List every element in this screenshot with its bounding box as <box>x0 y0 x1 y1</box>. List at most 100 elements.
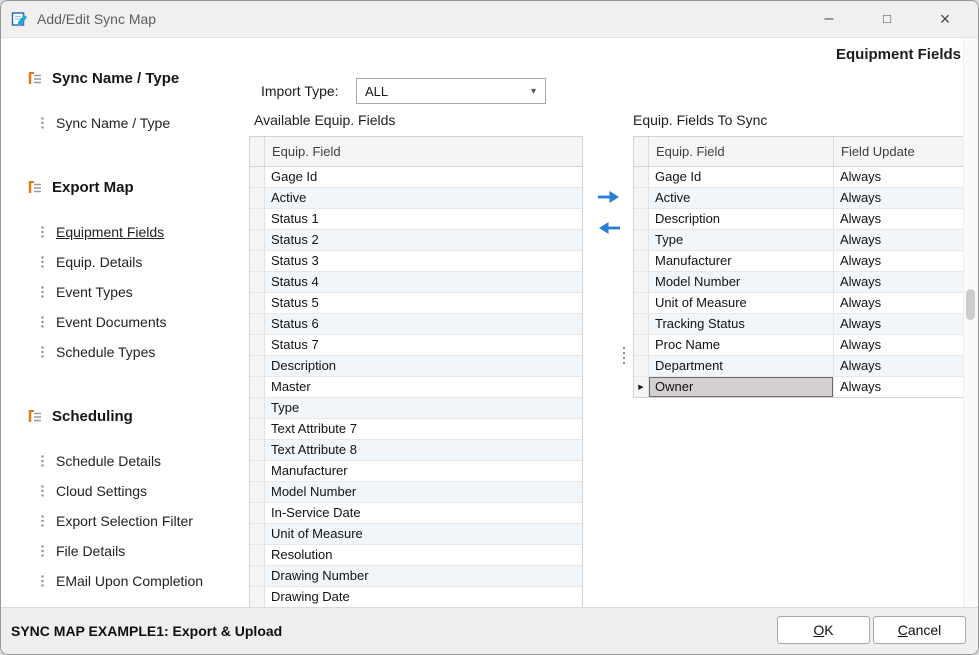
equip-field-cell: Active <box>649 188 834 208</box>
cancel-button[interactable]: Cancel <box>873 616 966 644</box>
transfer-right-icon <box>596 189 622 205</box>
import-type-label: Import Type: <box>261 78 339 104</box>
equip-field-cell: Drawing Date <box>265 587 582 607</box>
available-row[interactable]: Description <box>250 356 582 377</box>
equip-field-cell: Status 6 <box>265 314 582 334</box>
status-text: SYNC MAP EXAMPLE1: Export & Upload <box>11 608 282 654</box>
ok-button[interactable]: OK <box>777 616 870 644</box>
available-row[interactable]: Master <box>250 377 582 398</box>
sync-row[interactable]: DescriptionAlways <box>634 209 967 230</box>
sidebar-item[interactable]: Equip. Details <box>1 247 249 277</box>
move-right-button[interactable] <box>595 189 623 207</box>
field-update-cell: Always <box>834 251 967 271</box>
equip-field-cell: Unit of Measure <box>265 524 582 544</box>
equip-field-cell: Description <box>265 356 582 376</box>
available-row[interactable]: Status 7 <box>250 335 582 356</box>
equip-field-cell: Status 2 <box>265 230 582 250</box>
available-row[interactable]: Status 2 <box>250 230 582 251</box>
available-row[interactable]: Manufacturer <box>250 461 582 482</box>
equip-field-cell: Status 1 <box>265 209 582 229</box>
sync-table: Equip. Field Field Update Gage IdAlwaysA… <box>633 136 968 398</box>
sync-row[interactable]: Gage IdAlways <box>634 167 967 188</box>
available-row[interactable]: Drawing Number <box>250 566 582 587</box>
sidebar-item-label: Event Types <box>56 284 133 300</box>
sync-row[interactable]: ▶OwnerAlways <box>634 377 967 398</box>
row-indicator <box>250 188 265 208</box>
sidebar-item[interactable]: Schedule Types <box>1 337 249 367</box>
row-indicator <box>250 167 265 187</box>
maximize-icon[interactable]: □ <box>858 1 916 37</box>
available-row[interactable]: Unit of Measure <box>250 524 582 545</box>
sidebar-item[interactable]: Schedule Details <box>1 446 249 476</box>
equip-field-cell: Master <box>265 377 582 397</box>
sidebar-item[interactable]: File Details <box>1 536 249 566</box>
grip-icon[interactable] <box>623 347 625 364</box>
sync-field-column-header[interactable]: Equip. Field <box>649 137 834 166</box>
close-icon[interactable]: × <box>916 1 974 37</box>
sidebar-item[interactable]: Event Documents <box>1 307 249 337</box>
minimize-icon[interactable]: – <box>800 1 858 37</box>
sync-update-column-header[interactable]: Field Update <box>834 137 967 166</box>
available-row[interactable]: Gage Id <box>250 167 582 188</box>
available-row[interactable]: Status 5 <box>250 293 582 314</box>
sidebar-item[interactable]: Cloud Settings <box>1 476 249 506</box>
row-indicator <box>634 188 649 208</box>
available-row[interactable]: Status 3 <box>250 251 582 272</box>
sidebar-section-header: Scheduling <box>1 401 249 431</box>
import-type-dropdown[interactable]: ALL ▾ <box>356 78 546 104</box>
available-row[interactable]: Drawing Date <box>250 587 582 608</box>
available-row[interactable]: Resolution <box>250 545 582 566</box>
equip-field-cell: Drawing Number <box>265 566 582 586</box>
sync-row[interactable]: ActiveAlways <box>634 188 967 209</box>
sync-row[interactable]: Model NumberAlways <box>634 272 967 293</box>
available-row[interactable]: In-Service Date <box>250 503 582 524</box>
equip-field-cell: Status 3 <box>265 251 582 271</box>
available-row[interactable]: Text Attribute 7 <box>250 419 582 440</box>
main-panel: Equipment Fields Import Type: ALL ▾ Avai… <box>249 38 964 607</box>
sync-row[interactable]: Tracking StatusAlways <box>634 314 967 335</box>
equip-field-cell: Manufacturer <box>265 461 582 481</box>
available-row[interactable]: Status 1 <box>250 209 582 230</box>
sidebar-item-label: EMail Upon Completion <box>56 573 203 589</box>
sidebar-item-label: Sync Name / Type <box>56 115 170 131</box>
scrollbar-thumb[interactable] <box>966 289 975 320</box>
available-table-caption: Available Equip. Fields <box>254 112 395 134</box>
tree-item-icon <box>40 574 46 588</box>
row-indicator <box>250 356 265 376</box>
available-row[interactable]: Text Attribute 8 <box>250 440 582 461</box>
field-update-cell: Always <box>834 314 967 334</box>
available-row[interactable]: Active <box>250 188 582 209</box>
row-indicator <box>634 230 649 250</box>
sidebar-item[interactable]: Equipment Fields <box>1 217 249 247</box>
tree-section-icon <box>28 71 43 85</box>
sync-row[interactable]: ManufacturerAlways <box>634 251 967 272</box>
available-row[interactable]: Type <box>250 398 582 419</box>
equip-field-cell: Proc Name <box>649 335 834 355</box>
sync-row[interactable]: Unit of MeasureAlways <box>634 293 967 314</box>
move-left-button[interactable] <box>595 220 623 238</box>
sync-row[interactable]: DepartmentAlways <box>634 356 967 377</box>
row-indicator <box>250 524 265 544</box>
available-row[interactable]: Status 6 <box>250 314 582 335</box>
row-indicator <box>634 167 649 187</box>
sidebar-item[interactable]: Export Selection Filter <box>1 506 249 536</box>
add-edit-sync-map-dialog: Add/Edit Sync Map – □ × Sync Name / Type… <box>0 0 979 655</box>
vertical-scrollbar[interactable] <box>963 38 978 607</box>
sidebar-item[interactable]: Sync Name / Type <box>1 108 249 138</box>
footer-bar: SYNC MAP EXAMPLE1: Export & Upload OK Ca… <box>1 607 978 654</box>
available-column-header[interactable]: Equip. Field <box>265 137 582 166</box>
field-update-cell: Always <box>834 335 967 355</box>
import-type-value: ALL <box>365 84 388 99</box>
window-controls: – □ × <box>800 1 974 37</box>
sync-row[interactable]: Proc NameAlways <box>634 335 967 356</box>
tree-item-icon <box>40 255 46 269</box>
tree-section-icon <box>28 180 43 194</box>
available-row[interactable]: Status 4 <box>250 272 582 293</box>
sidebar-item[interactable]: Event Types <box>1 277 249 307</box>
available-row[interactable]: Model Number <box>250 482 582 503</box>
sync-row[interactable]: TypeAlways <box>634 230 967 251</box>
equip-field-cell: Type <box>265 398 582 418</box>
row-indicator <box>634 209 649 229</box>
sidebar-item[interactable]: EMail Upon Completion <box>1 566 249 596</box>
row-indicator <box>634 314 649 334</box>
